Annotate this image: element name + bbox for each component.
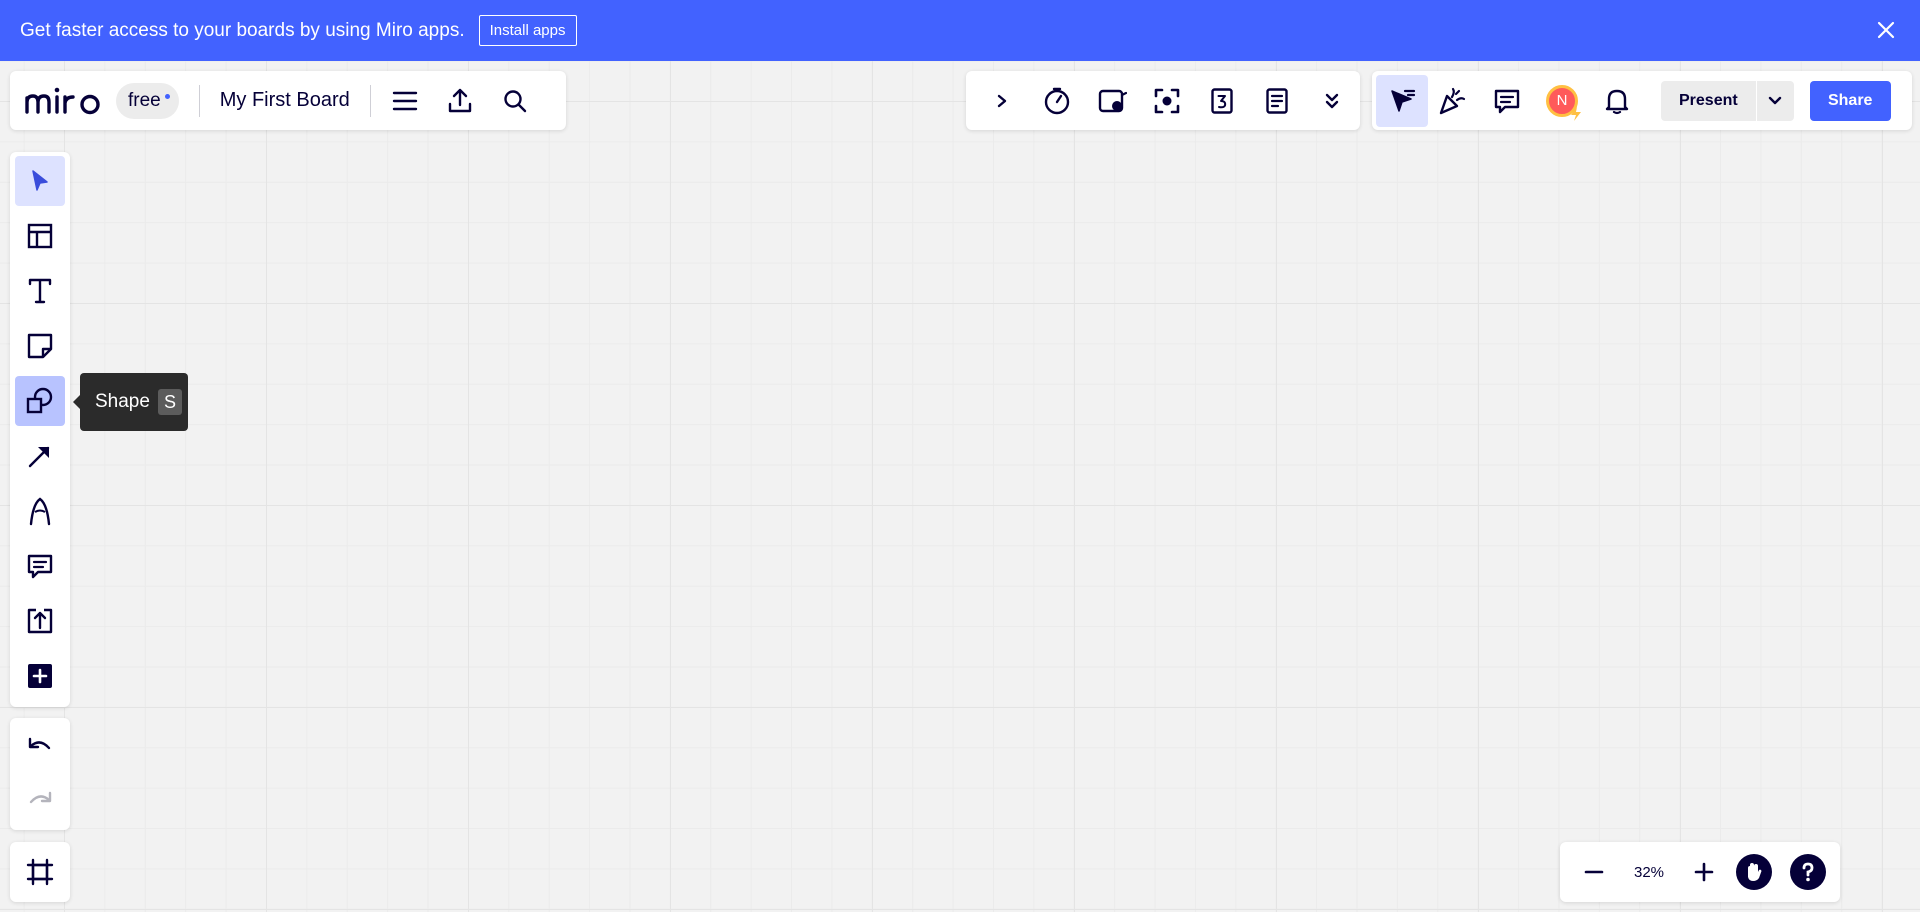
menu-icon[interactable] (385, 81, 425, 121)
hand-icon (1736, 854, 1772, 890)
notification-dot (164, 93, 170, 99)
redo-icon[interactable] (15, 776, 65, 825)
divider (369, 84, 371, 117)
zoom-in-icon[interactable] (1684, 852, 1724, 892)
double-chevron-down-icon[interactable] (1312, 81, 1352, 121)
tooltip-shortcut: S (157, 389, 182, 415)
board-canvas[interactable] (0, 61, 1920, 912)
zoom-level[interactable]: 32% (1614, 864, 1684, 881)
notes-icon[interactable] (1257, 81, 1297, 121)
sticky-note-tool[interactable] (15, 321, 65, 371)
voting-icon[interactable] (1202, 81, 1242, 121)
collaboration-panel: N Present Share (1372, 71, 1912, 130)
avatar: N (1546, 84, 1581, 121)
banner-message: Get faster access to your boards by usin… (20, 19, 465, 41)
upload-tool[interactable] (15, 596, 65, 646)
help-icon (1790, 854, 1826, 890)
divider (198, 84, 200, 117)
share-button[interactable]: Share (1809, 80, 1891, 121)
board-header-panel: free My First Board (10, 71, 566, 130)
pen-tool[interactable] (15, 486, 65, 536)
shape-tool[interactable] (15, 376, 65, 426)
app-install-banner: Get faster access to your boards by usin… (0, 0, 1920, 61)
history-panel (10, 718, 70, 830)
chevron-down-icon[interactable] (1755, 80, 1794, 121)
zoom-panel: 32% (1560, 842, 1840, 902)
export-icon[interactable] (440, 81, 480, 121)
undo-icon[interactable] (15, 722, 65, 771)
video-chat-icon[interactable] (1092, 81, 1132, 121)
plan-badge[interactable]: free (116, 82, 179, 119)
search-icon[interactable] (495, 81, 535, 121)
select-tool[interactable] (15, 156, 65, 206)
close-icon[interactable] (1874, 18, 1898, 42)
comment-tool[interactable] (15, 541, 65, 591)
frames-panel (10, 842, 70, 902)
connection-line-tool[interactable] (15, 431, 65, 481)
present-group: Present (1661, 80, 1794, 121)
comments-icon[interactable] (1487, 81, 1527, 121)
chevron-right-icon[interactable] (982, 81, 1022, 121)
help-button[interactable] (1788, 852, 1828, 892)
cursors-icon[interactable] (1376, 74, 1428, 127)
board-title[interactable]: My First Board (220, 89, 350, 112)
hand-tool-button[interactable] (1734, 852, 1774, 892)
bell-icon[interactable] (1597, 81, 1637, 121)
zoom-out-icon[interactable] (1574, 852, 1614, 892)
focus-icon[interactable] (1147, 81, 1187, 121)
user-avatar-button[interactable]: N (1542, 81, 1582, 121)
more-apps-tool[interactable] (15, 651, 65, 701)
miro-logo-icon[interactable] (24, 84, 106, 118)
reactions-icon[interactable] (1432, 81, 1472, 121)
text-tool[interactable] (15, 266, 65, 316)
frames-icon[interactable] (15, 847, 65, 897)
board-tools-panel (966, 71, 1360, 130)
avatar-initial: N (1556, 92, 1568, 109)
present-button[interactable]: Present (1661, 81, 1756, 121)
templates-tool[interactable] (15, 211, 65, 261)
lightning-icon (1571, 106, 1581, 121)
tooltip-label: Shape (95, 391, 150, 412)
creation-toolbar (10, 152, 70, 707)
install-apps-button[interactable]: Install apps (478, 15, 577, 46)
plan-label: free (128, 89, 161, 111)
shape-tooltip: Shape S (73, 373, 188, 431)
timer-icon[interactable] (1037, 81, 1077, 121)
